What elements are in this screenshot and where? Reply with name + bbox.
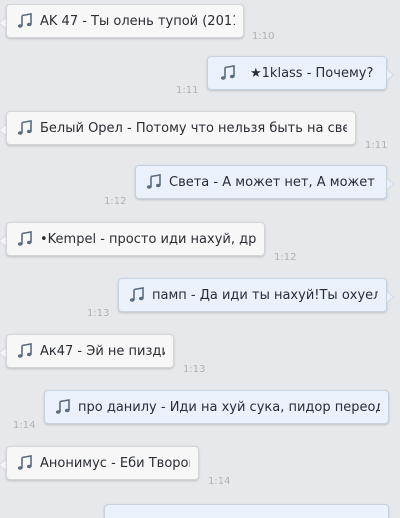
message-thread[interactable]: AK 47 - Ты олень тупой (2011) 1:10 ★1kla… bbox=[0, 0, 400, 518]
bubble-tail bbox=[387, 69, 394, 81]
message-bubble[interactable]: ★1klass - Почему? ★ bbox=[207, 56, 387, 90]
music-note-icon bbox=[17, 343, 33, 359]
music-note-icon bbox=[17, 231, 33, 247]
music-note-icon bbox=[17, 455, 33, 471]
message-timestamp: 1:13 bbox=[183, 364, 206, 375]
message-bubble[interactable]: памп - Да иди ты нахуй!Ты охуел??!! bbox=[118, 278, 387, 312]
music-note-icon bbox=[17, 13, 33, 29]
message-text: •Kempel - просто иди нахуй, друг• bbox=[40, 231, 256, 247]
message-timestamp: 1:11 bbox=[176, 85, 199, 96]
message-timestamp: 1:10 bbox=[252, 31, 275, 42]
message-text: Анонимус - Еби Творог bbox=[40, 455, 190, 471]
message-bubble[interactable]: •Kempel - просто иди нахуй, друг• bbox=[6, 222, 265, 256]
message-timestamp: 1:12 bbox=[104, 196, 127, 207]
message-timestamp: 1:13 bbox=[87, 308, 110, 319]
message-bubble[interactable]: Ак47 - Эй не пизди bbox=[6, 334, 174, 368]
message-bubble[interactable] bbox=[104, 504, 389, 518]
music-note-icon bbox=[146, 174, 162, 190]
message-text: про данилу - Иди на хуй сука, пидор пере… bbox=[78, 399, 380, 415]
message-bubble[interactable]: Белый Орел - Потому что нельзя быть на с… bbox=[6, 111, 356, 145]
message-timestamp: 1:12 bbox=[274, 252, 297, 263]
bubble-tail bbox=[387, 291, 394, 303]
message-bubble[interactable]: AK 47 - Ты олень тупой (2011) bbox=[6, 4, 244, 38]
message-text: Света - А может нет, А может да bbox=[169, 174, 378, 190]
bubble-tail bbox=[387, 178, 394, 190]
message-bubble[interactable]: про данилу - Иди на хуй сука, пидор пере… bbox=[44, 390, 389, 424]
message-bubble[interactable]: Света - А может нет, А может да bbox=[135, 165, 387, 199]
music-note-icon bbox=[220, 65, 236, 81]
message-text: памп - Да иди ты нахуй!Ты охуел??!! bbox=[152, 287, 378, 303]
music-note-icon bbox=[17, 120, 33, 136]
message-text: Белый Орел - Потому что нельзя быть на с… bbox=[40, 120, 347, 136]
music-note-icon bbox=[55, 399, 71, 415]
music-note-icon bbox=[129, 287, 145, 303]
message-bubble[interactable]: Анонимус - Еби Творог bbox=[6, 446, 199, 480]
message-text: ★1klass - Почему? ★ bbox=[250, 65, 378, 81]
message-timestamp: 1:14 bbox=[208, 476, 231, 487]
message-text: Ак47 - Эй не пизди bbox=[40, 343, 165, 359]
message-timestamp: 1:11 bbox=[365, 140, 388, 151]
message-timestamp: 1:14 bbox=[13, 420, 36, 431]
message-text: AK 47 - Ты олень тупой (2011) bbox=[40, 13, 235, 29]
